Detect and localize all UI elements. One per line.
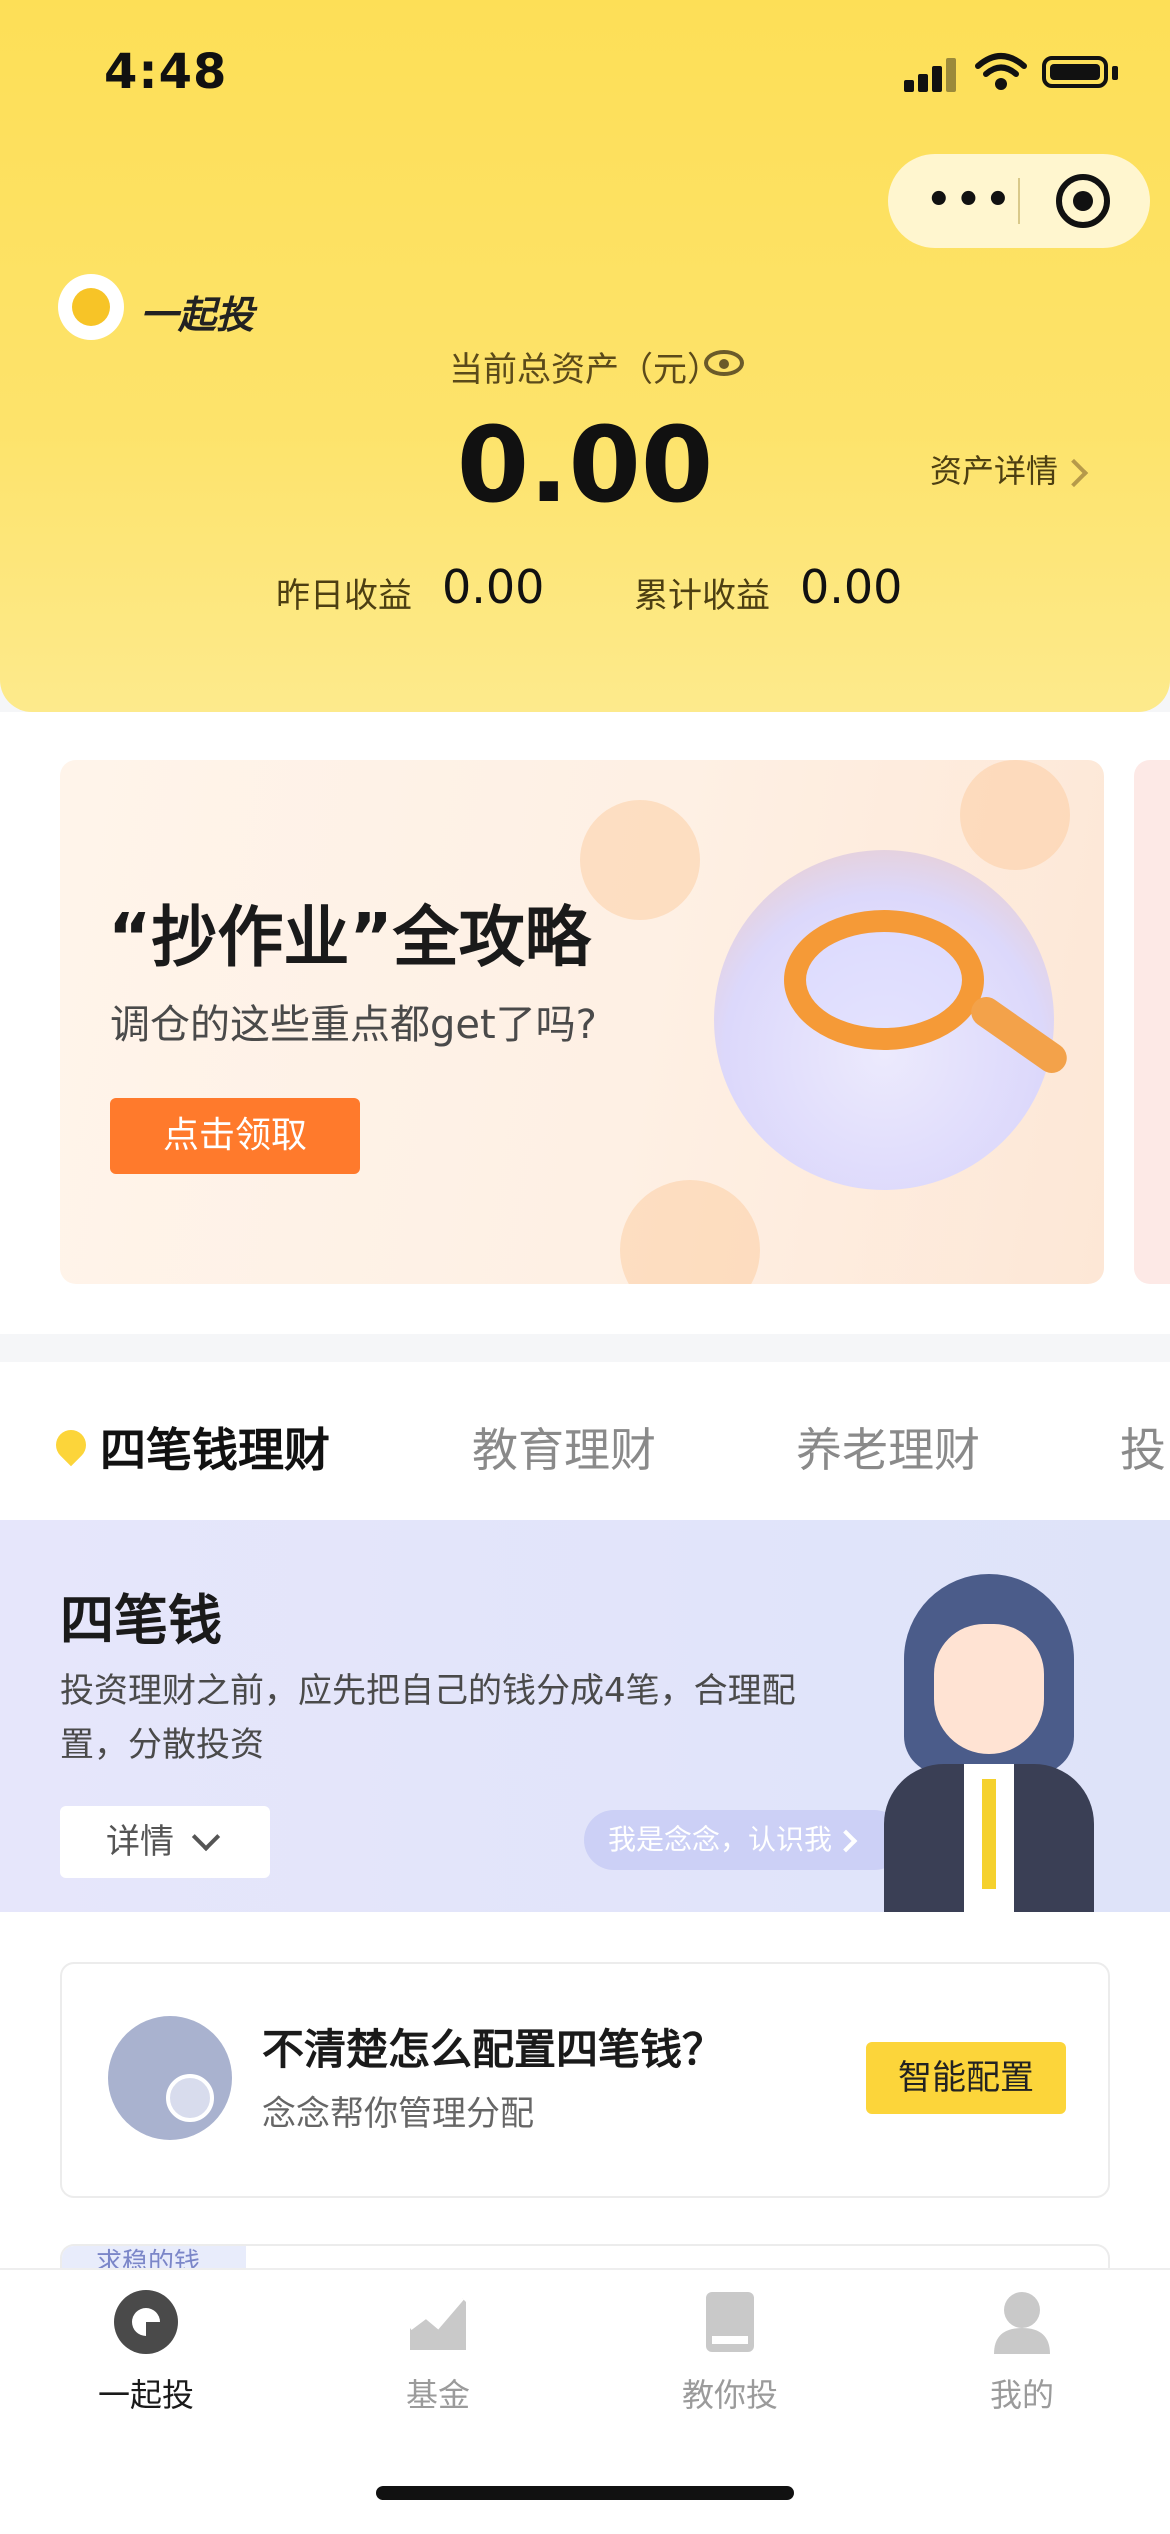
eye-icon[interactable] — [704, 350, 744, 376]
brand-logo-icon — [58, 274, 124, 340]
avatar-tie — [982, 1779, 996, 1889]
cumulative-income-value: 0.00 — [800, 560, 903, 614]
coin-decoration — [620, 1180, 760, 1284]
book-icon — [696, 2288, 764, 2356]
coin-decoration — [960, 760, 1070, 870]
four-money-intro: 四笔钱 投资理财之前，应先把自己的钱分成4笔，合理配置，分散投资 详情 我是念念… — [0, 1520, 1170, 1912]
smart-config-card[interactable]: 不清楚怎么配置四笔钱？ 念念帮你管理分配 智能配置 — [60, 1962, 1110, 2198]
yesterday-income-label: 昨日收益 — [276, 576, 412, 616]
gear-pie-icon — [108, 2016, 232, 2140]
coin-decoration — [580, 800, 700, 920]
close-target-icon[interactable] — [1056, 174, 1110, 228]
intro-title: 四笔钱 — [60, 1589, 222, 1652]
battery-tip — [1112, 66, 1118, 80]
yesterday-income-value: 0.00 — [442, 560, 545, 614]
magnifier-handle — [965, 991, 1073, 1079]
nav-item-yiqitou[interactable]: 一起投 — [56, 2288, 236, 2416]
next-banner-peek[interactable] — [1134, 760, 1170, 1284]
nav-label: 教你投 — [681, 2376, 778, 2414]
more-icon[interactable]: ••• — [926, 180, 1015, 220]
tab-invest-partial[interactable]: 投 — [1120, 1414, 1166, 1480]
promo-banner[interactable]: “抄作业”全攻略 调仓的这些重点都get了吗? 点击领取 — [60, 760, 1104, 1284]
wifi-icon — [975, 53, 1027, 90]
capsule-divider — [1018, 178, 1020, 224]
nav-item-fund[interactable]: 基金 — [348, 2288, 528, 2416]
tab-pension[interactable]: 养老理财 — [796, 1414, 980, 1480]
chevron-right-icon — [834, 1829, 858, 1853]
banner-claim-button[interactable]: 点击领取 — [110, 1098, 360, 1174]
location-pin-icon — [49, 1423, 93, 1467]
magnifier-ring — [784, 910, 984, 1050]
cellular-signal-icon — [904, 56, 960, 92]
asset-detail-link[interactable]: 资产详情 — [930, 446, 1089, 492]
config-card-subtitle: 念念帮你管理分配 — [262, 2094, 534, 2134]
tab-education[interactable]: 教育理财 — [472, 1414, 656, 1480]
mini-program-capsule: ••• — [888, 154, 1150, 248]
detail-button[interactable]: 详情 — [60, 1806, 270, 1878]
nav-label: 我的 — [989, 2376, 1054, 2414]
nav-item-mine[interactable]: 我的 — [932, 2288, 1112, 2416]
total-asset-label: 当前总资产（元） — [449, 350, 721, 390]
user-icon — [988, 2288, 1056, 2356]
yiqitou-icon — [112, 2288, 180, 2356]
status-time: 4:48 — [104, 44, 228, 100]
chevron-down-icon — [191, 1822, 221, 1852]
nav-item-learn[interactable]: 教你投 — [640, 2288, 820, 2416]
cumulative-income-label: 累计收益 — [634, 576, 770, 616]
banner-title: “抄作业”全攻略 — [108, 899, 591, 976]
avatar-face — [934, 1624, 1044, 1754]
chevron-right-icon — [1059, 458, 1089, 488]
fund-chart-icon — [404, 2288, 472, 2356]
smart-config-button[interactable]: 智能配置 — [866, 2042, 1066, 2114]
config-card-title: 不清楚怎么配置四笔钱？ — [262, 2025, 725, 2074]
meet-link-label: 我是念念，认识我 — [608, 1823, 833, 1856]
battery-icon — [1042, 56, 1108, 88]
nav-label: 一起投 — [97, 2376, 194, 2414]
asset-header: 4:48 ••• 一起投 当前总资产（元） 0.00 资产详情 昨日收益 0.0… — [0, 0, 1170, 712]
tab-four-money[interactable]: 四笔钱理财 — [100, 1414, 330, 1480]
intro-description: 投资理财之前，应先把自己的钱分成4笔，合理配置，分散投资 — [60, 1671, 796, 1765]
home-indicator[interactable] — [376, 2486, 794, 2500]
magnifier-illustration — [714, 850, 1073, 1190]
nav-label: 基金 — [405, 2376, 470, 2414]
meet-niannian-link[interactable]: 我是念念，认识我 — [584, 1810, 904, 1870]
banner-subtitle: 调仓的这些重点都get了吗? — [110, 1002, 597, 1048]
asset-detail-label: 资产详情 — [930, 452, 1059, 490]
category-tabs: 四笔钱理财 教育理财 养老理财 投 — [0, 1362, 1170, 1520]
advisor-avatar[interactable] — [884, 1574, 1104, 1912]
detail-button-label: 详情 — [106, 1822, 174, 1862]
brand-name: 一起投 — [140, 293, 255, 337]
